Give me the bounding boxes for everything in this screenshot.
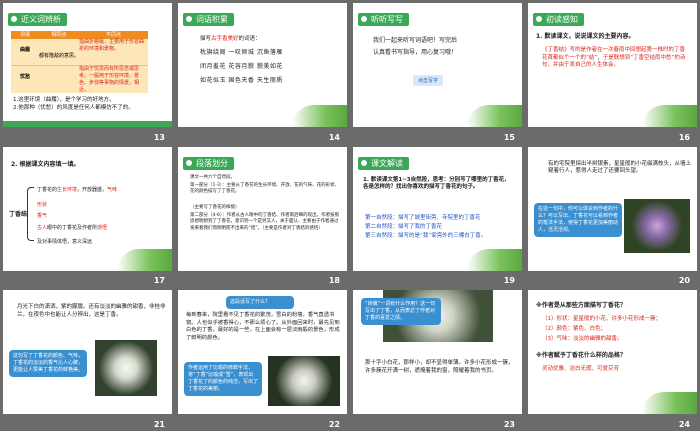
brace-label: 丁香结 <box>9 210 28 218</box>
table-cell: 忧愁 <box>19 74 30 80</box>
brace <box>27 186 34 241</box>
slide-thumb-15[interactable]: 听听写写 我们一起来听写词语吧！写完后 认真看书写指导，用心复习哦！ 点击写字 … <box>350 0 525 144</box>
fill-answer: 香气 <box>37 212 48 219</box>
comment-bubble: 作者运用了比喻的修辞手法，将“丁香”比喻成“雪”，表现出丁香花了的颜色的纯洁，写… <box>184 362 262 397</box>
word-row: 枕旗绕阁 一叹倾城 沉鱼落雁 <box>200 49 283 56</box>
table-header: 相同点 <box>51 32 67 38</box>
table-cell: 指曲折蜿蜒，主要用于形容曲折的环境和景物。 <box>79 39 145 52</box>
table-header: 词语 <box>19 32 30 38</box>
white-lilac-photo <box>268 356 340 407</box>
question: 1. 默读课文第1~3自然段，思考：分别写了哪里的丁香花，各是怎样的？找出你喜欢… <box>363 176 510 191</box>
slide-title: 段落划分 <box>183 156 234 170</box>
quote-text: 那十字小白花，那样小，却不显得单薄。许多小花形成一簇，许多簇花开满一树，遮掩着我… <box>365 360 514 374</box>
fill-text: 眼中的丁香花及作者所 <box>47 224 98 231</box>
leaf-decoration <box>642 105 697 127</box>
table-cell: 指由于忧思而有所思念或思考。一般用于形容环境、景色、步伐等事物的情景，相近。 <box>79 66 140 93</box>
slide-number: 16 <box>678 132 690 142</box>
leaf-decoration <box>292 105 347 127</box>
slide-number: 23 <box>503 419 515 429</box>
fill-text: ，开放器盛， <box>77 186 108 193</box>
leaf-decoration <box>467 105 522 127</box>
slide-number: 21 <box>153 419 165 429</box>
slide-number: 20 <box>678 276 690 286</box>
slide-number: 13 <box>153 132 165 142</box>
fill-line: 2.他那种（忧愁）的风度是任何人都模仿不了的。 <box>13 105 134 111</box>
word-row: 闭月羞花 花容月貌 貌美如花 <box>200 63 283 70</box>
comment-bubble: “娇嫩”一词有什么作用？这一句写出了丁香，从而表达了作者对丁香的喜爱之情。 <box>361 298 441 326</box>
paragraph: 课文一共六个自然段。 <box>190 174 235 180</box>
fill-answer: 感悟 <box>97 224 108 231</box>
question: ※作者赋予丁香花什么样的品格？ <box>536 352 626 360</box>
comment-bubble: 这段话写了什么？ <box>226 296 294 310</box>
intro-highlight: 古手香美好 <box>211 36 239 42</box>
paragraph: （主要写了香花的样貌） <box>190 204 240 210</box>
paragraph: 第一部分（1-3）：主要从丁香花的生长环境、开放、花的气味、花的形状、花的颜色描… <box>190 182 340 195</box>
answer-line: （3）气味：淡淡的幽雅的甜香。 <box>542 336 623 343</box>
comment-bubble: 在这一句中，你可以体会到作者的什么？可以写出，丁香花可以看到作者的笔法手法，使得… <box>534 202 622 237</box>
question: ※作者是从那些方面描写丁香花？ <box>536 302 626 310</box>
white-lilac-photo <box>95 340 157 397</box>
fill-line: 1.这里环境（曲履），是个学习的好地方。 <box>13 97 115 103</box>
slide-number: 15 <box>503 132 515 142</box>
slide-number: 22 <box>328 419 340 429</box>
answer-line: 第三自然段：描写的是“我”家旁外的三棵白丁香。 <box>365 232 487 239</box>
paragraph: 第二部分（4-6）：作者从古人眼中的丁香结、作者雨后细的现出，作者按照思想明想到… <box>190 212 340 231</box>
answer-line: 灵动优雅、洁白无瑕、可爱芬芳 <box>542 366 620 373</box>
word-row: 如花似玉 国色天香 天生丽质 <box>200 77 283 84</box>
slide-number: 14 <box>328 132 340 142</box>
slide-thumb-17[interactable]: 2. 根据课文内容填一填。 丁香结 丁香花的生长环境，开放器盛，气味 形状 香气… <box>0 144 175 288</box>
table-cell: 都有隆敌的意思。 <box>39 53 80 59</box>
slide-title: 词语积累 <box>183 13 234 26</box>
comment-bubble: 这句写了丁香花的颜色、气味，丁香花的淡淡的香气沁人心脾，更能让人赞美丁香花的鲜艳… <box>9 350 87 378</box>
answer-line: 第二自然段：描写了我的丁香花 <box>365 223 443 230</box>
table-cell: 曲履 <box>19 47 30 53</box>
slide-thumb-14[interactable]: 词语积累 描写古手香美好的词语： 枕旗绕阁 一叹倾城 沉鱼落雁 闭月羞花 花容月… <box>175 0 350 144</box>
leaf-decoration <box>467 248 522 271</box>
leaf-decoration <box>642 392 697 415</box>
table-header: 不同点 <box>105 32 121 38</box>
lilac-photo <box>624 198 690 253</box>
quote-text: 有的宅院里探出半树银素，星星般的小花缀满枝头，从墙上窥着行人，惹得人走过了还要回… <box>548 160 692 175</box>
compare-table: 词语 相同点 不同点 曲履 都有隆敌的意思。 指曲折蜿蜒，主要用于形容曲折的环境… <box>11 31 148 93</box>
slide-thumb-18[interactable]: 段落划分 课文一共六个自然段。 第一部分（1-3）：主要从丁香花的生长环境、开放… <box>175 144 350 288</box>
write-button[interactable]: 点击写字 <box>413 75 444 86</box>
leaf-decoration <box>117 248 172 271</box>
answer-line: （2）颜色：紫色、白色； <box>542 326 607 333</box>
slide-thumb-20[interactable]: 有的宅院里探出半树银素，星星般的小花缀满枝头，从墙上窥着行人，惹得人走过了还要回… <box>525 144 700 288</box>
slide-thumb-24[interactable]: ※作者是从那些方面描写丁香花？ （1）形状：星星般的小花、许多小花形成一簇； （… <box>525 287 700 431</box>
quote-text: 每到春来，院里看不见丁香花的繁茂，雪白的粉墙，香气直透书窗。人也似乎被香得心，不… <box>186 312 340 341</box>
answer-line: （1）形状：星星般的小花、许多小花形成一簇； <box>542 316 662 323</box>
slide-thumb-16[interactable]: 初读感知 1. 默读课文，说说课文的主要内容。 《丁香结》写的是作者在一次春雨中… <box>525 0 700 144</box>
fill-answer: 形状 <box>37 201 48 208</box>
slide-title: 近义词辨析 <box>8 13 67 26</box>
slide-number: 19 <box>503 276 515 286</box>
table-cell <box>39 66 79 94</box>
instruction-line: 认真看书写指导，用心复习哦！ <box>373 49 458 56</box>
slide-number: 24 <box>678 419 690 429</box>
slide-thumb-13[interactable]: 近义词辨析 词语 相同点 不同点 曲履 都有隆敌的意思。 指曲折蜿蜒，主要用于形… <box>0 0 175 144</box>
slide-number: 17 <box>153 276 165 286</box>
question: 1. 默读课文，说说课文的主要内容。 <box>536 33 635 40</box>
quote-text: 月光下白的潇洒，紫的朦胧。还有淡淡的幽雅的甜香，非桂非兰，在夜色中也能让人分辨出… <box>17 304 166 318</box>
slide-number: 18 <box>328 276 340 286</box>
fill-answer: 生长环境 <box>57 186 78 193</box>
question: 2. 根据课文内容填一填。 <box>11 160 80 168</box>
slide-title: 听听写写 <box>358 13 409 26</box>
fill-text: 及对事情体悟，意义深远 <box>37 238 93 245</box>
fill-answer: 古人 <box>37 224 48 231</box>
slide-thumb-23[interactable]: “娇嫩”一词有什么作用？这一句写出了丁香，从而表达了作者对丁香的喜爱之情。 那十… <box>350 287 525 431</box>
fill-answer: 气味 <box>107 186 118 193</box>
intro-end: 的词语： <box>238 36 261 42</box>
intro-text: 描写 <box>200 36 212 42</box>
slide-thumb-21[interactable]: 月光下白的潇洒，紫的朦胧。还有淡淡的幽雅的甜香，非桂非兰，在夜色中也能让人分辨出… <box>0 287 175 431</box>
slide-title: 课文解读 <box>358 156 409 170</box>
slide-thumb-19[interactable]: 课文解读 1. 默读课文第1~3自然段，思考：分别写了哪里的丁香花，各是怎样的？… <box>350 144 525 288</box>
answer: 《丁香结》写的是作者在一次春雨中回想起第一株时的丁香花首都似个一个的“结”，于是… <box>542 47 686 68</box>
answer-line: 第一自然段：描写了城里街旁、寺院里的丁香花 <box>365 214 481 221</box>
fill-text: 丁香花的 <box>37 186 58 193</box>
instruction-line: 我们一起来听写词语吧！写完后 <box>373 37 458 44</box>
slide-thumb-22[interactable]: 这段话写了什么？ 每到春来，院里看不见丁香花的繁茂，雪白的粉墙，香气直透书窗。人… <box>175 287 350 431</box>
slide-title: 初读感知 <box>533 13 584 26</box>
